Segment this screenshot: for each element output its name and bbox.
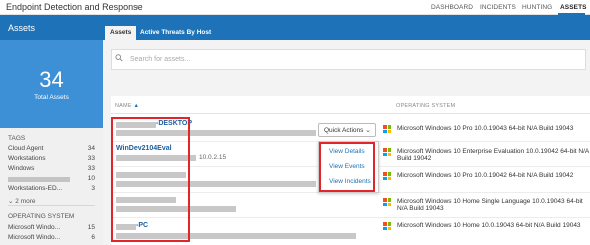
windows-icon (383, 198, 391, 206)
total-assets-label: Total Assets (34, 94, 69, 101)
tag-count: 34 (87, 145, 95, 152)
tag-item[interactable]: Windows 33 (8, 165, 95, 174)
os-filter-count: 6 (91, 234, 95, 241)
tag-item[interactable]: Cloud Agent 34 (8, 145, 95, 154)
highlight-hostname-column (111, 117, 190, 242)
os-filter-count: 15 (87, 224, 95, 231)
table-row-os: Microsoft Windows 10 Pro 10.0.19043 64-b… (397, 125, 574, 132)
tag-count: 33 (87, 165, 95, 172)
column-header-name[interactable]: NAME ▲ (115, 103, 139, 109)
os-filter-label: Microsoft Windo... (8, 224, 61, 231)
os-filter-item[interactable]: Microsoft Windo... 6 (8, 234, 95, 243)
table-row-os: Microsoft Windows 10 Home 10.0.19043 64-… (397, 222, 581, 229)
os-heading: OPERATING SYSTEM (8, 213, 75, 220)
highlight-quick-actions-menu (319, 142, 375, 192)
nav-incidents[interactable]: INCIDENTS (480, 4, 516, 11)
tag-label: Workstations-ED... (8, 185, 63, 192)
quick-actions-label: Quick Actions (324, 127, 364, 134)
windows-icon (383, 148, 391, 156)
tag-item[interactable]: Workstations 33 (8, 155, 95, 164)
quick-actions-button[interactable]: Quick Actions ⌄ (318, 123, 376, 137)
tab-bar: Assets Active Threats By Host (103, 15, 590, 40)
chevron-down-icon: ⌄ (365, 127, 371, 134)
windows-icon (383, 172, 391, 180)
os-filter-item[interactable]: Microsoft Windo... 15 (8, 224, 95, 233)
show-more-tags[interactable]: ⌄ 2 more (8, 197, 36, 205)
top-nav: Endpoint Detection and Response ▾ DASHBO… (0, 0, 590, 15)
tag-label: Windows (8, 165, 35, 172)
tag-count: 33 (87, 155, 95, 162)
tags-heading: TAGS (8, 135, 26, 142)
os-filter-label: Microsoft Windo... (8, 234, 61, 241)
search-icon: ⚲ (113, 52, 127, 65)
tab-active-threats[interactable]: Active Threats By Host (135, 26, 216, 40)
table-row-ip: 10.0.2.15 (199, 154, 227, 161)
nav-dashboard[interactable]: DASHBOARD (431, 4, 473, 11)
tag-count: 10 (87, 175, 95, 182)
tag-item[interactable]: Workstations-ED... 3 (8, 185, 95, 194)
windows-icon (383, 222, 391, 230)
nav-hunting[interactable]: HUNTING (522, 4, 552, 11)
app-title: Endpoint Detection and Response (6, 2, 143, 12)
column-header-os[interactable]: OPERATING SYSTEM (396, 103, 455, 109)
app-switcher-chevron-icon[interactable]: ▾ (136, 3, 140, 11)
total-assets-card: 34 Total Assets (0, 40, 103, 128)
table-row-os: Microsoft Windows 10 Pro 10.0.19042 64-b… (397, 172, 574, 179)
tag-item[interactable]: 10 (8, 175, 95, 184)
sort-ascending-icon: ▲ (133, 103, 140, 109)
tag-count: 3 (91, 185, 95, 192)
sidebar-header: Assets (0, 15, 103, 40)
sidebar-divider (8, 205, 95, 206)
table-row-os: Microsoft Windows 10 Enterprise Evaluati… (397, 148, 589, 162)
windows-icon (383, 125, 391, 133)
search-input[interactable]: ⚲ Search for assets... (111, 49, 586, 70)
show-more-label: 2 more (15, 198, 36, 205)
header-divider (111, 113, 590, 114)
column-name-label: NAME (115, 103, 132, 109)
tag-label: Cloud Agent (8, 145, 44, 152)
search-placeholder: Search for assets... (130, 56, 191, 63)
sidebar-title: Assets (8, 23, 36, 33)
redacted-tag-label (8, 177, 70, 182)
tag-label: Workstations (8, 155, 46, 162)
total-assets-count: 34 (39, 67, 64, 92)
table-row-os: Microsoft Windows 10 Home Single Languag… (397, 198, 583, 212)
nav-assets[interactable]: ASSETS (560, 4, 587, 11)
tab-assets[interactable]: Assets (105, 26, 137, 40)
